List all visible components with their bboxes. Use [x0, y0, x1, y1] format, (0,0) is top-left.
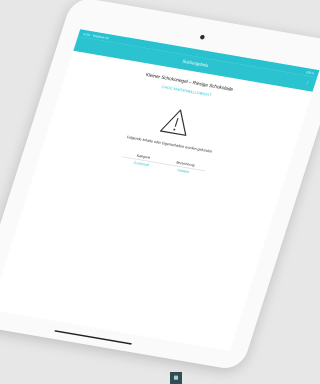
- stage: 12:34 · Vodafone CZ 100 % Suchergebnis ⋮…: [0, 0, 320, 384]
- menu-icon[interactable]: ⋮: [304, 80, 310, 86]
- page-title: Suchergebnis: [181, 59, 209, 69]
- warning-icon: [159, 109, 187, 136]
- tablet-device: 12:34 · Vodafone CZ 100 % Suchergebnis ⋮…: [0, 0, 320, 372]
- ingredient-table: Kategorie Bezeichnung Zusatzstoff Gelati…: [119, 149, 208, 178]
- camera-dot: [199, 34, 206, 40]
- status-right: 100 %: [305, 69, 315, 75]
- qr-icon[interactable]: ▦: [170, 372, 182, 384]
- screen: 12:34 · Vodafone CZ 100 % Suchergebnis ⋮…: [0, 29, 320, 351]
